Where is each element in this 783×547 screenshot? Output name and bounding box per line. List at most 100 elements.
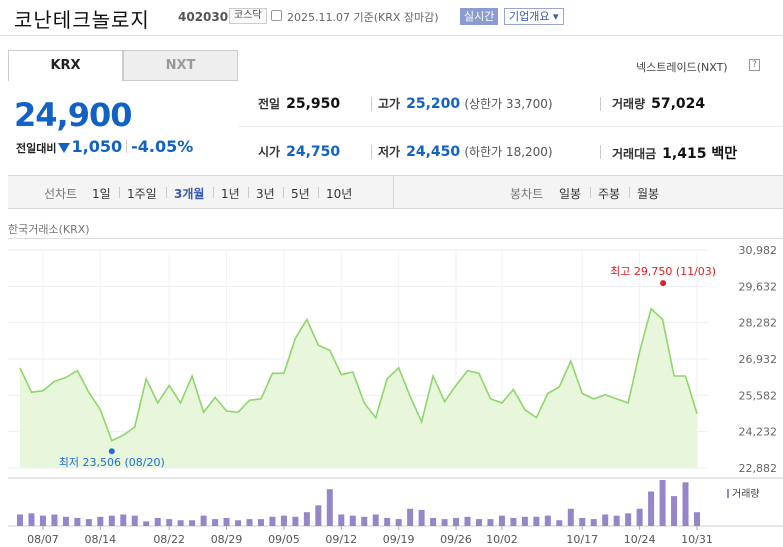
volume-bar	[430, 517, 437, 526]
x-tick-label: 09/26	[440, 533, 472, 546]
chart-source: 한국거래소(KRX)	[8, 223, 90, 236]
period-3y[interactable]: 3년	[256, 185, 275, 202]
volume-bar	[235, 520, 242, 526]
volume-bar	[39, 515, 46, 526]
volume-bar	[613, 515, 620, 526]
y-tick-label: 26,932	[739, 353, 778, 366]
volume-bar	[464, 516, 471, 526]
volume-legend: 거래량	[732, 488, 760, 500]
x-tick-label: 10/24	[624, 533, 656, 546]
change-label: 전일대비	[16, 142, 57, 155]
candle-monthly[interactable]: 월봉	[637, 185, 659, 202]
volume-bar	[579, 517, 586, 526]
line-chart-label: 선차트	[44, 187, 78, 201]
volume-bar	[521, 516, 528, 526]
price-chart: 30,982 29,632 28,282 26,932 25,582 24,232 22,8…	[8, 238, 783, 546]
price-change: 전일대비 1,050 -4.05%	[16, 137, 193, 156]
x-tick-label: 10/31	[681, 533, 713, 546]
volume-bar	[62, 516, 69, 526]
candle-daily[interactable]: 일봉	[559, 185, 581, 202]
volume-bar	[590, 519, 597, 526]
volume-bar	[418, 509, 425, 526]
period-1y[interactable]: 1년	[221, 185, 240, 202]
period-10y[interactable]: 10년	[326, 185, 352, 202]
volume-bar	[326, 489, 333, 526]
realtime-button[interactable]: 실시간	[460, 8, 499, 25]
x-tick-label: 09/19	[383, 533, 415, 546]
volume-bar	[510, 517, 517, 526]
high-marker	[660, 280, 667, 287]
clock-icon	[271, 10, 282, 21]
stock-name: 코난테크놀로지	[14, 8, 150, 32]
market-badge: 코스닥	[229, 8, 267, 24]
volume-bar	[694, 512, 700, 526]
period-1w[interactable]: 1주일	[127, 185, 157, 202]
volume-bar	[671, 496, 678, 526]
nxt-link[interactable]: 넥스트레이드(NXT)	[636, 59, 728, 75]
volume-bar	[280, 515, 287, 526]
volume-bar	[315, 505, 322, 526]
volume-bar	[154, 517, 161, 526]
volume-bar	[143, 521, 150, 526]
low-price: 저가 24,450 (하한가 18,200)	[378, 144, 553, 160]
help-icon[interactable]: ?	[749, 59, 760, 71]
candle-weekly[interactable]: 주봉	[598, 185, 620, 202]
volume-bar	[384, 517, 391, 526]
volume-bar	[407, 508, 414, 526]
volume-bar	[361, 516, 368, 526]
volume-bar	[292, 516, 299, 526]
x-tick-label: 08/14	[84, 533, 116, 546]
volume-bar	[223, 517, 230, 526]
x-tick-label: 08/29	[211, 533, 243, 546]
y-tick-label: 25,582	[739, 389, 778, 402]
x-tick-label: 08/22	[153, 533, 185, 546]
current-price: 24,900	[14, 96, 132, 134]
volume-bar	[269, 516, 276, 526]
volume-bar	[625, 513, 632, 526]
tab-nxt[interactable]: NXT	[123, 50, 238, 81]
x-tick-label: 08/07	[27, 533, 59, 546]
volume-bar	[51, 514, 58, 526]
volume-bar	[17, 514, 23, 526]
volume: 거래량 57,024	[612, 96, 706, 112]
volume-bar	[177, 520, 184, 526]
y-tick-label: 22,882	[739, 462, 778, 475]
open-price: 시가 24,750	[258, 144, 341, 160]
volume-bar	[487, 519, 494, 526]
volume-bar	[544, 515, 551, 526]
candle-chart-label: 봉차트	[510, 187, 544, 201]
period-5y[interactable]: 5년	[291, 185, 310, 202]
volume-bar	[475, 519, 482, 526]
volume-legend-swatch	[727, 489, 729, 498]
change-value: 1,050	[71, 137, 123, 156]
period-3m[interactable]: 3개월	[174, 185, 204, 202]
volume-bar	[453, 517, 460, 526]
quote-date: 2025.11.07 기준(KRX 장마감)	[287, 11, 439, 24]
tab-krx[interactable]: KRX	[8, 50, 123, 81]
period-bar: 선차트 1일 1주일 3개월 1년 3년 5년 10년 봉차트 일봉 주봉 월봉	[8, 175, 783, 209]
down-triangle-icon	[58, 143, 71, 153]
volume-bar	[682, 482, 689, 526]
high-price: 고가 25,200 (상한가 33,700)	[378, 96, 553, 112]
y-tick-label: 29,632	[739, 280, 778, 293]
volume-bar	[85, 519, 92, 526]
change-rate: -4.05%	[131, 137, 194, 156]
x-tick-label: 10/17	[566, 533, 598, 546]
volume-bar	[246, 519, 253, 526]
volume-bar	[498, 515, 505, 526]
stock-header: 코난테크놀로지 402030 코스닥 2025.11.07 기준(KRX 장마감…	[0, 0, 783, 36]
y-tick-label: 28,282	[739, 317, 778, 330]
volume-bar	[636, 508, 643, 526]
volume-bar	[533, 516, 540, 526]
volume-bar	[395, 519, 402, 526]
corp-info-dropdown[interactable]: 기업개요 ▾	[504, 8, 564, 25]
period-1d[interactable]: 1일	[92, 185, 111, 202]
volume-bar	[74, 517, 81, 526]
volume-bar	[567, 508, 574, 526]
volume-bar	[28, 513, 35, 526]
volume-bar	[648, 491, 655, 526]
volume-bar	[120, 514, 127, 526]
y-tick-label: 24,232	[739, 426, 778, 439]
volume-bar	[602, 514, 609, 526]
x-tick-label: 09/05	[268, 533, 300, 546]
